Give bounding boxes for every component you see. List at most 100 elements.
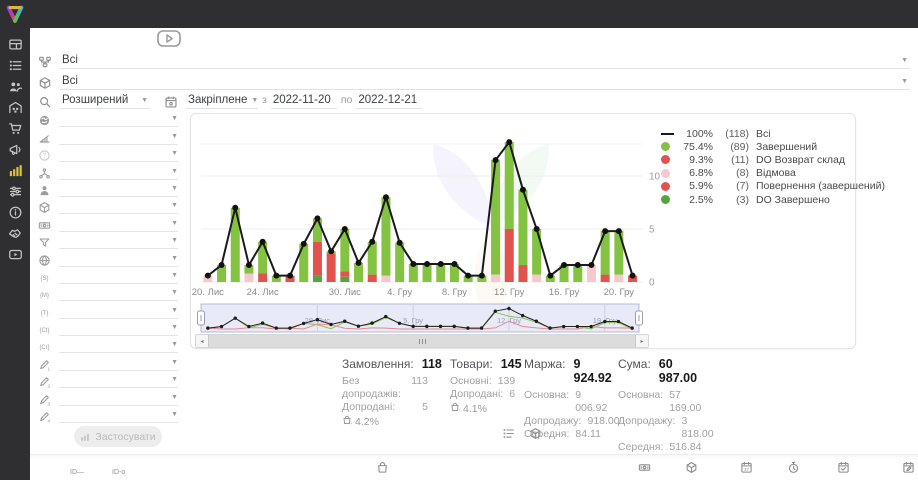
sidebar-item-marketing[interactable] [0, 141, 30, 162]
filter-select-0[interactable]: ▼ [59, 114, 178, 127]
sidebar-item-info[interactable] [0, 204, 30, 225]
calendar-check-icon[interactable] [837, 461, 850, 479]
legend-item[interactable]: 100%(118)Всі [661, 127, 885, 140]
orders-list-view-icon[interactable] [502, 427, 515, 445]
svg-text:30. Лис: 30. Лис [329, 287, 361, 298]
filter-row-funnel: ▼ [38, 232, 178, 249]
date-to-input[interactable]: 2022-12-21 [356, 94, 422, 109]
svg-text:12. Гру: 12. Гру [494, 287, 525, 298]
bar-segment [601, 275, 610, 282]
legend-item[interactable]: 75.4%(89)Завершений [661, 140, 885, 153]
filter-select-17[interactable]: ▼ [59, 410, 178, 423]
filter-row-person: ▼ [38, 180, 178, 197]
chevron-down-icon: ▼ [171, 149, 178, 159]
scroll-left-arrow[interactable]: ◂ [196, 335, 208, 347]
sidebar-item-dashboard[interactable] [0, 36, 30, 57]
date-from-value: 2022-11-20 [273, 94, 331, 106]
main-content: Всі ▼ Всі ▼ Розширений ▼ [30, 28, 918, 480]
filter-row-org: ▼ [38, 162, 178, 179]
bar-segment [532, 229, 541, 275]
period-mode-select[interactable]: Закріплене ▼ [186, 94, 258, 109]
sidebar-item-video[interactable] [0, 246, 30, 267]
stopwatch-icon[interactable] [787, 461, 800, 479]
filter-select-8[interactable]: ▼ [59, 254, 178, 267]
top-bar [0, 0, 918, 28]
chevron-down-icon: ▼ [901, 56, 908, 66]
id-column-icon[interactable]: ID— [70, 461, 85, 480]
chart-legend: 100%(118)Всі75.4%(89)Завершений9.3%(11)D… [661, 127, 885, 206]
upsell-bag-icon: x [450, 402, 460, 415]
chevron-down-icon: ▼ [171, 306, 178, 316]
scrollbar-thumb[interactable] [208, 335, 636, 347]
filter-select-13[interactable]: ▼ [59, 340, 178, 353]
svg-text:4. Гру: 4. Гру [387, 287, 412, 298]
source-filter-select[interactable]: Всі ▼ [60, 54, 910, 69]
filter-select-5[interactable]: ▼ [59, 201, 178, 214]
svg-text:{M}: {M} [40, 293, 49, 299]
dot-swatch [661, 169, 670, 178]
sidebar-item-analytics[interactable] [0, 162, 30, 183]
filter-row-ct-tag: {Ct} ▼ [38, 319, 178, 336]
video-hint-button[interactable] [157, 30, 181, 52]
warehouse-icon [8, 100, 23, 120]
chevron-down-icon: ▼ [171, 375, 178, 385]
package-icon [38, 76, 52, 90]
svg-text:2: 2 [47, 384, 50, 389]
chevron-down-icon: ▼ [171, 201, 178, 211]
funnel-icon [38, 236, 53, 249]
filter-select-14[interactable]: ▼ [59, 358, 178, 371]
filter-select-15[interactable]: ▼ [59, 375, 178, 388]
date-from-input[interactable]: 2022-11-20 [271, 94, 337, 109]
sidebar-item-tuning[interactable] [0, 183, 30, 204]
legend-item[interactable]: 5.9%(7)Повернення (завершений) [661, 180, 885, 193]
products-view-icon[interactable] [529, 427, 542, 445]
chevron-down-icon: ▼ [171, 340, 178, 350]
sidebar-item-warehouse[interactable] [0, 99, 30, 120]
filter-row-slope: ▼ [38, 127, 178, 144]
apply-filters-button[interactable]: Застосувати [74, 426, 162, 447]
package-icon [38, 201, 53, 214]
filter-row-globe: ▼ [38, 249, 178, 266]
product-filter-select[interactable]: Всі ▼ [60, 75, 910, 90]
calendar-edit-icon[interactable] [902, 461, 915, 479]
svg-text:{Cr}: {Cr} [39, 345, 49, 351]
bar-segment [313, 218, 322, 241]
filter-select-4[interactable]: ▼ [59, 184, 178, 197]
partners-icon [8, 226, 23, 246]
filter-select-3[interactable]: ▼ [59, 167, 178, 180]
bar-segment [614, 231, 623, 274]
filter-row-pencil-4: 4▼ [38, 406, 178, 423]
svg-text:5. Гру: 5. Гру [403, 316, 423, 325]
calendar-17-icon[interactable]: 17 [740, 461, 753, 479]
svg-text:5: 5 [649, 225, 655, 236]
svg-text:{Ct}: {Ct} [40, 328, 50, 334]
pencil-1-icon: 1 [38, 358, 53, 371]
filter-select-9[interactable]: ▼ [59, 271, 178, 284]
filter-select-11[interactable]: ▼ [59, 306, 178, 319]
legend-item[interactable]: 2.5%(3)DO Завершено [661, 193, 885, 206]
filter-select-2[interactable]: ▼ [59, 149, 178, 162]
filter-select-1[interactable]: ▼ [59, 132, 178, 145]
ct-tag-icon: {Ct} [38, 323, 53, 336]
banknote-icon[interactable] [638, 461, 651, 479]
sidebar-item-partners[interactable] [0, 225, 30, 246]
sidebar-item-customers[interactable] [0, 78, 30, 99]
bag-icon[interactable] [376, 461, 389, 479]
filter-select-12[interactable]: ▼ [59, 323, 178, 336]
source-filter-value: Всі [62, 54, 78, 66]
legend-item[interactable]: 9.3%(11)DO Возврат склад [661, 153, 885, 166]
sidebar-item-orders[interactable] [0, 57, 30, 78]
filter-select-6[interactable]: ▼ [59, 219, 178, 232]
filter-select-10[interactable]: ▼ [59, 288, 178, 301]
id-o-column-icon[interactable]: ID-о [112, 461, 127, 480]
legend-item[interactable]: 6.8%(8)Відмова [661, 167, 885, 180]
chevron-down-icon: ▼ [171, 410, 178, 420]
chart-scrollbar[interactable]: ◂ ▸ [195, 334, 649, 348]
filter-select-16[interactable]: ▼ [59, 393, 178, 406]
sidebar-item-cart[interactable] [0, 120, 30, 141]
scroll-right-arrow[interactable]: ▸ [636, 335, 648, 347]
svg-text:4: 4 [47, 418, 50, 423]
cube-icon[interactable] [685, 461, 698, 479]
search-mode-select[interactable]: Розширений ▼ [60, 94, 150, 109]
filter-select-7[interactable]: ▼ [59, 236, 178, 249]
